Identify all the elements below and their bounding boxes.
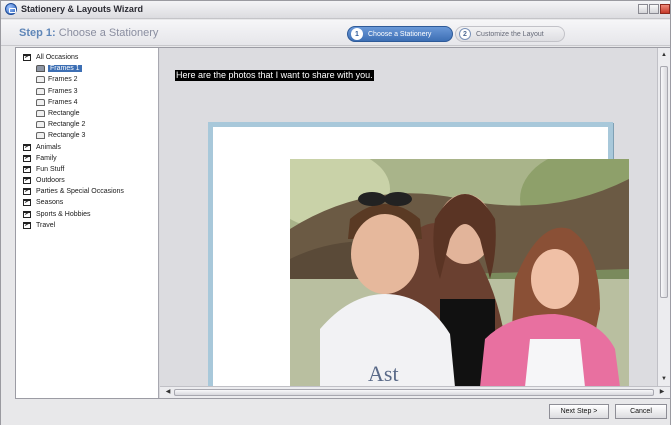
step-label: Choose a Stationery (55, 27, 159, 39)
frame-template-icon (36, 87, 45, 95)
frame-template-icon (36, 76, 45, 84)
stationery-category-icon (23, 210, 31, 218)
tree-item-label: All Occasions (36, 54, 79, 61)
content-area: All Occasions Frames 1 Frames 2 Frames 3… (15, 47, 671, 399)
tree-item-rectangle[interactable]: Rectangle (16, 108, 158, 119)
preview-photo: Ast (290, 159, 629, 386)
stationery-frame: Ast (208, 122, 629, 386)
tree-category-parties[interactable]: Parties & Special Occasions (16, 186, 158, 197)
tree-category-seasons[interactable]: Seasons (16, 197, 158, 208)
title-bar: Stationery & Layouts Wizard (1, 1, 670, 19)
stationery-category-icon (23, 221, 31, 229)
maximize-icon[interactable] (649, 4, 659, 14)
step-1-number-icon: 1 (351, 28, 363, 40)
tree-item-label: Rectangle 3 (48, 132, 86, 140)
tree-item-label: Frames 3 (48, 87, 78, 95)
tree-item-label: Frames 4 (48, 98, 78, 106)
tree-item-label: Seasons (36, 199, 64, 207)
step-tab-label: Choose a Stationery (368, 30, 432, 38)
tree-category-family[interactable]: Family (16, 153, 158, 164)
step-header: Step 1: Choose a Stationery 1 Choose a S… (1, 20, 670, 46)
next-step-button[interactable]: Next Step > (549, 404, 609, 419)
step-number: Step 1: (19, 27, 56, 39)
tree-item-rectangle-2[interactable]: Rectangle 2 (16, 119, 158, 130)
tree-item-frames-1[interactable]: Frames 1 (16, 63, 158, 74)
frame-template-icon (36, 98, 45, 106)
step-tab-choose-stationery[interactable]: 1 Choose a Stationery (347, 26, 453, 42)
svg-text:Ast: Ast (368, 361, 399, 386)
tree-item-label: Family (36, 154, 57, 162)
window-controls (638, 4, 670, 14)
horizontal-scroll-thumb[interactable] (174, 389, 654, 396)
tree-category-animals[interactable]: Animals (16, 142, 158, 153)
stationery-category-icon (23, 188, 31, 196)
tree-item-label: Frames 1 (48, 65, 82, 73)
stationery-category-icon (23, 199, 31, 207)
tree-item-label: Fun Stuff (36, 165, 65, 173)
stationery-category-icon (23, 177, 31, 185)
tree-category-sports-hobbies[interactable]: Sports & Hobbies (16, 209, 158, 220)
step-title: Step 1: Choose a Stationery (19, 27, 158, 39)
close-icon[interactable] (660, 4, 670, 14)
scroll-left-icon[interactable]: ◀ (162, 387, 174, 397)
tree-item-label: Parties & Special Occasions (36, 188, 124, 196)
tree-item-frames-3[interactable]: Frames 3 (16, 86, 158, 97)
frame-template-icon (36, 132, 45, 140)
preview-caption[interactable]: Here are the photos that I want to share… (175, 70, 374, 81)
frame-template-icon (36, 65, 45, 73)
stationery-category-icon (23, 154, 31, 162)
tree-item-label: Outdoors (36, 177, 65, 185)
stationery-category-icon (23, 143, 31, 151)
window-title: Stationery & Layouts Wizard (21, 4, 143, 14)
frame-template-icon (36, 121, 45, 129)
wizard-window: Stationery & Layouts Wizard Step 1: Choo… (0, 0, 671, 425)
vertical-scroll-thumb[interactable] (660, 66, 668, 298)
step-tab-label: Customize the Layout (476, 30, 544, 38)
tree-item-label: Rectangle (48, 109, 80, 117)
scroll-right-icon[interactable]: ▶ (656, 387, 668, 397)
tree-item-label: Rectangle 2 (48, 121, 86, 129)
app-icon (5, 3, 17, 15)
step-2-number-icon: 2 (459, 28, 471, 40)
stationery-preview: Here are the photos that I want to share… (160, 48, 657, 386)
tree-item-label: Animals (36, 143, 61, 151)
tree-item-frames-4[interactable]: Frames 4 (16, 97, 158, 108)
stationery-tree: All Occasions Frames 1 Frames 2 Frames 3… (16, 48, 159, 398)
horizontal-scrollbar[interactable]: ◀ ▶ (160, 386, 670, 398)
tree-category-fun-stuff[interactable]: Fun Stuff (16, 164, 158, 175)
stationery-category-icon (23, 54, 31, 61)
tree-item-rectangle-3[interactable]: Rectangle 3 (16, 130, 158, 141)
photo-image: Ast (290, 159, 629, 386)
tree-category-travel[interactable]: Travel (16, 220, 158, 231)
tree-item-label: Travel (36, 221, 56, 229)
scroll-down-icon[interactable]: ▼ (658, 374, 670, 384)
stationery-category-icon (23, 165, 31, 173)
frame-template-icon (36, 109, 45, 117)
tree-item-frames-2[interactable]: Frames 2 (16, 74, 158, 85)
tree-category-all-occasions[interactable]: All Occasions (16, 52, 158, 63)
tree-item-label: Frames 2 (48, 76, 78, 84)
step-tab-customize-layout[interactable]: 2 Customize the Layout (455, 26, 565, 42)
tree-item-label: Sports & Hobbies (36, 210, 91, 218)
vertical-scrollbar[interactable]: ▲ ▼ (657, 48, 670, 386)
scroll-up-icon[interactable]: ▲ (658, 50, 670, 60)
tree-category-outdoors[interactable]: Outdoors (16, 175, 158, 186)
minimize-icon[interactable] (638, 4, 648, 14)
button-bar: Next Step > Cancel (1, 400, 670, 425)
cancel-button[interactable]: Cancel (615, 404, 667, 419)
